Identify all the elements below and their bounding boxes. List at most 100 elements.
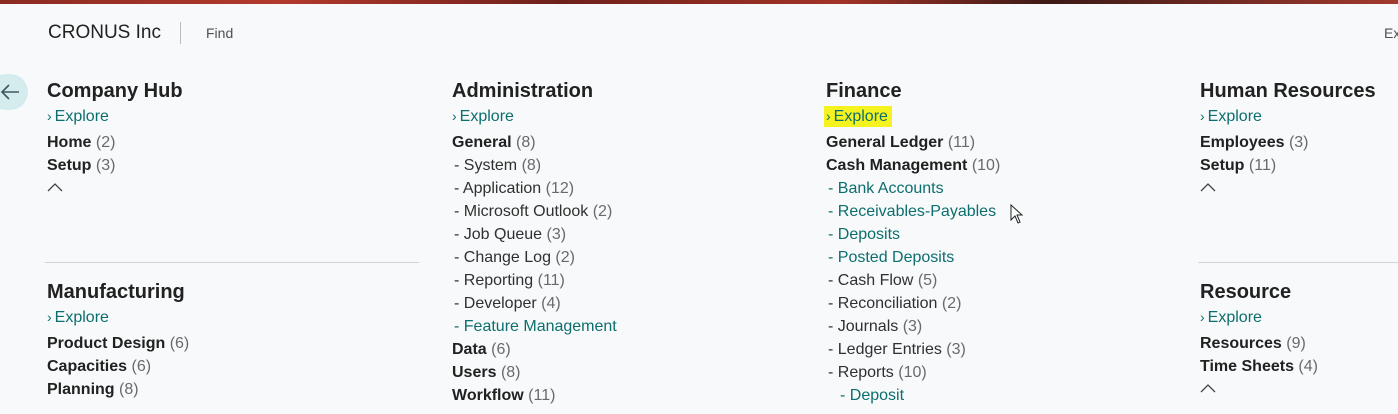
item-count: (2): [592, 203, 613, 220]
item-label: - Cash Flow: [828, 272, 914, 289]
chevron-right-icon: ›: [1200, 108, 1205, 124]
link-bank-accounts[interactable]: - Bank Accounts: [826, 177, 1176, 200]
nav-subitem-reporting[interactable]: - Reporting (11): [452, 269, 812, 292]
explore-link-highlighted[interactable]: › Explore: [824, 106, 892, 127]
chevron-up-icon: [1200, 183, 1398, 192]
item-count: (8): [516, 134, 536, 151]
nav-item-users[interactable]: Users (8): [452, 361, 812, 384]
item-count: (3): [902, 318, 923, 335]
item-count: (11): [537, 272, 565, 289]
item-count: (4): [1298, 358, 1318, 375]
item-count: (2): [941, 295, 962, 312]
nav-item-time-sheets[interactable]: Time Sheets (4): [1200, 355, 1398, 378]
section-divider: [1198, 262, 1398, 263]
item-label: General: [452, 134, 512, 151]
item-label: Time Sheets: [1200, 358, 1294, 375]
find-button[interactable]: Find: [206, 25, 233, 41]
group-title: Administration: [452, 80, 594, 102]
item-count: (6): [169, 335, 190, 352]
company-name[interactable]: CRONUS Inc: [48, 22, 161, 44]
item-label: Setup: [1200, 157, 1245, 174]
nav-subitem-cash-flow[interactable]: - Cash Flow (5): [826, 269, 1176, 292]
explore-link[interactable]: › Explore: [47, 106, 113, 127]
nav-subitem-developer[interactable]: - Developer (4): [452, 292, 812, 315]
nav-item-cash-management[interactable]: Cash Management (10): [826, 154, 1176, 177]
nav-subitem-change-log[interactable]: - Change Log (2): [452, 246, 812, 269]
item-label: - Journals: [828, 318, 899, 335]
item-count: (11): [528, 387, 556, 404]
item-label: - Application: [454, 180, 542, 197]
header-divider: [180, 22, 181, 44]
link-deposit[interactable]: - Deposit: [826, 384, 1176, 407]
nav-item-workflow[interactable]: Workflow (11): [452, 384, 812, 407]
item-count: (8): [521, 157, 542, 174]
item-count: (2): [95, 134, 116, 151]
explore-label: Explore: [1207, 309, 1262, 326]
item-label: Data: [452, 341, 487, 358]
collapse-button[interactable]: [1200, 384, 1398, 406]
nav-item-product-design[interactable]: Product Design (6): [47, 332, 417, 355]
explore-link[interactable]: › Explore: [452, 106, 518, 127]
item-label: - Reconciliation: [828, 295, 938, 312]
collapse-button[interactable]: [47, 183, 417, 205]
group-title: Finance: [826, 80, 902, 102]
nav-item-resources[interactable]: Resources (9): [1200, 332, 1398, 355]
item-label: Users: [452, 364, 497, 381]
nav-subitem-job-queue[interactable]: - Job Queue (3): [452, 223, 812, 246]
item-label: Workflow: [452, 387, 524, 404]
link-deposits[interactable]: - Deposits: [826, 223, 1176, 246]
link-receivables-payables[interactable]: - Receivables-Payables: [826, 200, 1176, 223]
chevron-up-icon: [47, 183, 417, 192]
link-posted-deposits[interactable]: - Posted Deposits: [826, 246, 1176, 269]
nav-subitem-application[interactable]: - Application (12): [452, 177, 812, 200]
nav-item-capacities[interactable]: Capacities (6): [47, 355, 417, 378]
nav-subitem-reports[interactable]: - Reports (10): [826, 361, 1176, 384]
nav-item-home[interactable]: Home (2): [47, 131, 417, 154]
item-label: Product Design: [47, 335, 166, 352]
nav-item-setup[interactable]: Setup (11): [1200, 154, 1398, 177]
nav-subitem-system[interactable]: - System (8): [452, 154, 812, 177]
nav-item-data[interactable]: Data (6): [452, 338, 812, 361]
item-label: - Reporting: [454, 272, 534, 289]
nav-item-setup[interactable]: Setup (3): [47, 154, 417, 177]
chevron-up-icon: [1200, 384, 1398, 393]
item-label: Capacities: [47, 358, 128, 375]
app-header: CRONUS Inc Find Ex: [0, 4, 1398, 56]
collapse-button[interactable]: [1200, 183, 1398, 205]
item-label: Planning: [47, 381, 115, 398]
item-label: Setup: [47, 157, 92, 174]
item-count: (10): [898, 364, 927, 381]
explore-label: Explore: [833, 108, 888, 125]
group-manufacturing: Manufacturing › Explore Product Design (6…: [47, 280, 417, 401]
exit-button[interactable]: Ex: [1384, 25, 1398, 41]
item-count: (8): [119, 381, 139, 398]
group-title: Manufacturing: [47, 281, 185, 303]
item-label: General Ledger: [826, 134, 944, 151]
back-button[interactable]: [0, 74, 28, 110]
nav-subitem-microsoft-outlook[interactable]: - Microsoft Outlook (2): [452, 200, 812, 223]
explore-link[interactable]: › Explore: [1200, 106, 1266, 127]
group-finance: Finance › Explore General Ledger (11) Cas…: [824, 79, 1176, 407]
chevron-right-icon: ›: [1200, 309, 1205, 325]
chevron-right-icon: ›: [452, 108, 457, 124]
item-label: - Microsoft Outlook: [454, 203, 589, 220]
mouse-pointer-icon: [1010, 203, 1024, 229]
nav-item-general[interactable]: General (8): [452, 131, 812, 154]
group-administration: Administration › Explore General (8) - Sy…: [452, 79, 812, 407]
nav-item-employees[interactable]: Employees (3): [1200, 131, 1398, 154]
item-count: (11): [947, 134, 976, 151]
nav-subitem-reconciliation[interactable]: - Reconciliation (2): [826, 292, 1176, 315]
chevron-right-icon: ›: [47, 108, 52, 124]
explore-link[interactable]: › Explore: [1200, 307, 1266, 328]
nav-subitem-journals[interactable]: - Journals (3): [826, 315, 1176, 338]
item-count: (3): [946, 341, 966, 358]
link-feature-management[interactable]: - Feature Management: [452, 315, 812, 338]
nav-item-planning[interactable]: Planning (8): [47, 378, 417, 401]
item-count: (3): [1288, 134, 1309, 151]
group-human-resources: Human Resources › Explore Employees (3) S…: [1200, 79, 1398, 205]
explore-link[interactable]: › Explore: [47, 307, 113, 328]
item-count: (12): [545, 180, 575, 197]
item-label: Resources: [1200, 335, 1282, 352]
nav-subitem-ledger-entries[interactable]: - Ledger Entries (3): [826, 338, 1176, 361]
nav-item-general-ledger[interactable]: General Ledger (11): [826, 131, 1176, 154]
